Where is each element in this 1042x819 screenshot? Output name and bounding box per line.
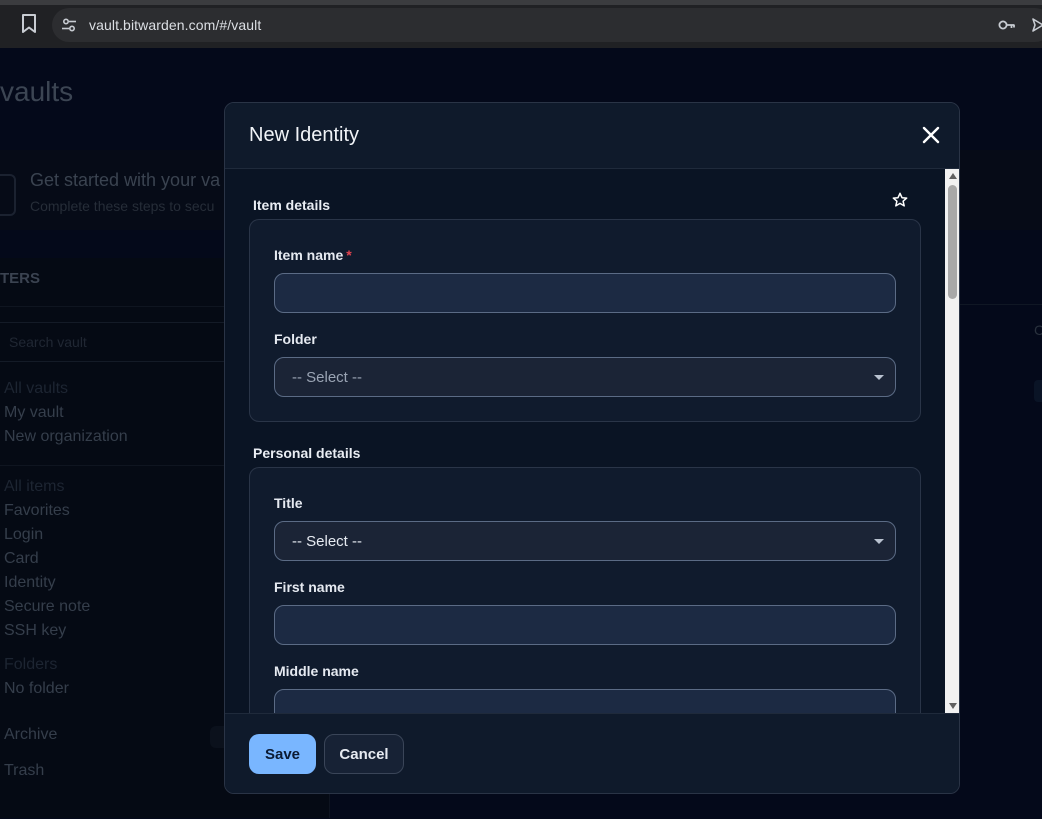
middle-name-label: Middle name [274, 663, 359, 679]
filter-folders-heading: Folders [4, 656, 58, 673]
dialog-footer: Save Cancel [225, 713, 959, 793]
browser-toolbar: vault.bitwarden.com/#/vault [0, 0, 1042, 48]
required-indicator: * [346, 247, 352, 263]
chevron-down-icon [874, 539, 884, 544]
filter-all-vaults[interactable]: All vaults [4, 380, 68, 398]
tune-icon[interactable] [61, 17, 77, 33]
middle-name-input[interactable] [274, 689, 896, 713]
chevron-down-icon [874, 375, 884, 380]
scroll-up-arrow-icon[interactable] [949, 173, 957, 179]
filter-login[interactable]: Login [4, 526, 43, 544]
table-header-divider [960, 304, 1042, 305]
item-details-heading: Item details [253, 197, 331, 213]
title-label: Title [274, 495, 303, 511]
filter-secure-note[interactable]: Secure note [4, 598, 90, 616]
search-placeholder: Search vault [9, 334, 87, 350]
save-button[interactable]: Save [249, 734, 316, 774]
item-name-label-text: Item name [274, 247, 344, 263]
filter-ssh-key[interactable]: SSH key [4, 622, 66, 640]
item-name-label: Item name * [274, 247, 352, 263]
url-text[interactable]: vault.bitwarden.com/#/vault [89, 17, 261, 33]
dialog-header: New Identity [225, 103, 959, 169]
title-select[interactable]: -- Select -- [274, 521, 896, 561]
archive-badge [210, 726, 224, 748]
title-select-value: -- Select -- [292, 533, 363, 550]
banner-title: Get started with your va [30, 170, 221, 190]
bookmark-icon[interactable] [20, 13, 38, 35]
star-outline-icon[interactable] [892, 192, 908, 208]
folder-label: Folder [274, 331, 317, 347]
filter-identity[interactable]: Identity [4, 574, 56, 592]
dialog-title: New Identity [249, 124, 360, 146]
item-name-input[interactable] [274, 273, 896, 313]
folder-select-value: -- Select -- [292, 369, 363, 386]
filter-my-vault[interactable]: My vault [4, 404, 64, 422]
filter-card[interactable]: Card [4, 550, 39, 568]
scrollbar-thumb[interactable] [948, 185, 957, 299]
filter-trash[interactable]: Trash [4, 762, 44, 780]
page-title: vaults [0, 76, 74, 107]
filter-no-folder[interactable]: No folder [4, 680, 69, 698]
send-icon[interactable] [1032, 17, 1042, 33]
dialog-body: Item details Item name * Folder -- Select… [225, 169, 945, 713]
filter-new-organization[interactable]: New organization [4, 428, 128, 446]
close-icon[interactable] [921, 125, 941, 145]
filter-archive[interactable]: Archive [4, 726, 57, 744]
scroll-down-arrow-icon[interactable] [949, 703, 957, 709]
table-header-fragment: C [1034, 322, 1042, 338]
folder-select[interactable]: -- Select -- [274, 357, 896, 397]
key-icon[interactable] [998, 17, 1016, 33]
filter-favorites[interactable]: Favorites [4, 502, 70, 520]
cancel-button[interactable]: Cancel [324, 734, 404, 774]
dialog-scrollbar[interactable] [945, 169, 959, 713]
item-details-card: Item name * Folder -- Select -- [249, 219, 921, 422]
filter-all-items[interactable]: All items [4, 478, 64, 496]
new-identity-dialog: New Identity Item details Item name * Fol… [224, 102, 960, 794]
banner-subtitle: Complete these steps to secu [30, 198, 215, 214]
first-name-label: First name [274, 579, 345, 595]
personal-details-card: Title -- Select -- First name Middle nam… [249, 467, 921, 713]
first-name-input[interactable] [274, 605, 896, 645]
filters-heading: TERS [0, 270, 41, 287]
address-bar[interactable]: vault.bitwarden.com/#/vault [52, 8, 1042, 42]
personal-details-heading: Personal details [253, 445, 361, 461]
row-action-fragment [1034, 380, 1042, 402]
banner-icon [0, 174, 16, 216]
